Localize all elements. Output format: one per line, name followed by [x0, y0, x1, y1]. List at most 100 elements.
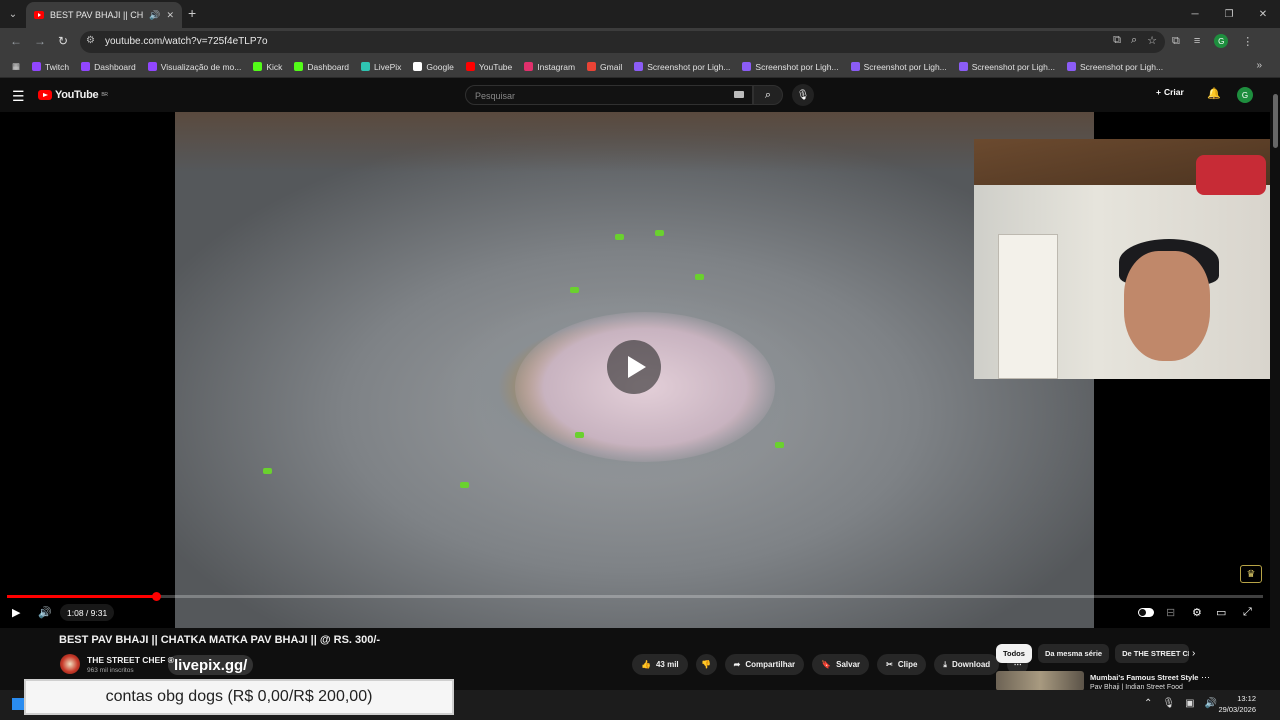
settings-gear-icon[interactable]: ⚙ [1192, 606, 1202, 619]
webcam-door [998, 234, 1058, 379]
fullscreen-icon[interactable]: ⤢ [1243, 606, 1252, 619]
new-tab-button[interactable]: + [188, 5, 196, 21]
video-frame[interactable] [175, 112, 1094, 628]
video-player[interactable] [0, 112, 1270, 628]
chip-from-channel[interactable]: De THE STREET CHEF [1115, 644, 1190, 663]
youtube-logo[interactable]: YouTube BR [38, 89, 108, 101]
chevron-right-icon[interactable]: › [1192, 648, 1195, 659]
progress-knob[interactable] [152, 592, 162, 601]
clip-button[interactable]: ✂ Clipe [877, 654, 927, 675]
bookmark-item[interactable]: Screenshot por Ligh... [953, 62, 1061, 72]
download-label: Download [951, 660, 991, 669]
account-avatar[interactable]: G [1237, 87, 1253, 103]
profile-avatar[interactable]: G [1214, 34, 1229, 48]
big-play-button[interactable] [607, 340, 661, 394]
speaker-icon[interactable]: 🔊 [149, 10, 160, 21]
recommended-video-menu-icon[interactable]: ⋯ [1201, 672, 1210, 683]
zoom-icon[interactable]: ⌕ [1131, 34, 1137, 47]
video-content-detail [575, 432, 584, 438]
share-button[interactable]: ➦ Compartilhar [724, 654, 805, 675]
url-text[interactable]: youtube.com/watch?v=725f4eTLP7o [105, 36, 268, 47]
chip-all[interactable]: Todos [996, 644, 1032, 663]
menu-icon[interactable]: ☰ [12, 88, 25, 105]
volume-icon[interactable]: 🔊 [38, 606, 52, 619]
minimize-icon[interactable]: ─ [1178, 0, 1212, 28]
forward-icon[interactable]: → [34, 34, 46, 48]
bookmark-item[interactable]: Visualização de mo... [142, 62, 248, 72]
download-button[interactable]: ⤓ Download [934, 654, 1000, 675]
bookmark-label: Twitch [45, 61, 70, 72]
tab-search-icon[interactable]: ⌄ [4, 5, 22, 23]
bookmark-item[interactable]: Kick [247, 62, 288, 72]
bookmark-item[interactable]: Screenshot por Ligh... [845, 62, 953, 72]
chip-same-series[interactable]: Da mesma série [1037, 644, 1110, 663]
back-icon[interactable]: ← [10, 34, 22, 48]
bookmarks-overflow-icon[interactable]: » [1256, 60, 1262, 71]
bookmark-item[interactable]: Dashboard [75, 62, 142, 72]
dislike-button[interactable]: 👎 [695, 654, 717, 675]
bookmark-item[interactable]: Screenshot por Ligh... [628, 62, 736, 72]
tray-display-icon[interactable]: ▣ [1185, 698, 1194, 709]
search-button[interactable]: ⌕ [753, 85, 783, 105]
window-close-icon[interactable]: ✕ [1246, 0, 1280, 28]
create-button[interactable]: + Criar [1156, 87, 1184, 97]
bookmark-item[interactable]: Screenshot por Ligh... [1061, 62, 1169, 72]
bookmark-label: Kick [266, 61, 283, 72]
like-button[interactable]: 👍 43 mil [632, 654, 688, 675]
site-info-icon[interactable]: ⚙ [86, 35, 95, 46]
channel-watermark-icon[interactable]: ♛ [1240, 565, 1262, 583]
install-icon[interactable]: ⧉ [1113, 34, 1121, 47]
voice-search-button[interactable]: 🎙 [792, 84, 814, 106]
extensions-icon[interactable]: ⧉ [1172, 35, 1180, 48]
bookmark-apps-icon[interactable]: ▦ [6, 61, 26, 72]
browser-tab-active[interactable]: BEST PAV BHAJI || CHATKA MATKA 🔊 ✕ [26, 2, 182, 28]
scrollbar-thumb[interactable] [1273, 94, 1278, 148]
save-label: Salvar [836, 660, 861, 669]
notifications-bell-icon[interactable]: 🔔 [1207, 87, 1221, 100]
restore-icon[interactable]: ❐ [1212, 0, 1246, 28]
bookmark-label: Screenshot por Ligh... [971, 61, 1055, 72]
url-bar[interactable]: ⚙ youtube.com/watch?v=725f4eTLP7o ⧉ ⌕ ☆ [80, 31, 1165, 53]
autoplay-toggle[interactable] [1138, 608, 1154, 617]
bookmark-item[interactable]: YouTube [460, 62, 518, 72]
tray-volume-icon[interactable]: 🔊 [1205, 698, 1217, 709]
bookmark-item[interactable]: Twitch [26, 62, 75, 72]
channel-name[interactable]: THE STREET CHEF ® [87, 655, 174, 665]
browser-menu-icon[interactable]: ⋮ [1242, 35, 1253, 48]
address-toolbar: ← → ↻ ⚙ youtube.com/watch?v=725f4eTLP7o … [0, 28, 1280, 56]
media-control-icon[interactable]: ≡ [1194, 35, 1200, 47]
tab-close-icon[interactable]: ✕ [166, 10, 174, 21]
tab-title: BEST PAV BHAJI || CHATKA MATKA [50, 10, 144, 20]
subtitles-icon[interactable]: ⊟ [1166, 606, 1175, 619]
bookmark-star-icon[interactable]: ☆ [1147, 34, 1157, 47]
tray-chevron-icon[interactable]: ⌃ [1144, 698, 1152, 709]
bookmark-item[interactable]: Gmail [581, 62, 628, 72]
bookmark-label: Instagram [537, 61, 576, 72]
progress-bar[interactable] [7, 592, 1263, 601]
play-icon[interactable]: ▶ [12, 606, 20, 619]
theater-mode-icon[interactable]: ▭ [1216, 606, 1226, 619]
subscriber-count: 963 mil inscritos [87, 667, 134, 674]
windows-start-icon[interactable] [12, 698, 24, 710]
recommended-video-thumbnail[interactable] [996, 671, 1084, 691]
youtube-logo-text: YouTube [55, 89, 99, 101]
taskbar-clock[interactable]: 13:12 29/03/2026 [1218, 693, 1256, 715]
bookmark-item[interactable]: LivePix [355, 62, 407, 72]
channel-avatar[interactable] [60, 654, 80, 674]
keyboard-icon[interactable] [734, 91, 744, 98]
window-controls: ─ ❐ ✕ [1178, 0, 1280, 28]
reload-icon[interactable]: ↻ [58, 34, 68, 48]
bookmark-item[interactable]: Screenshot por Ligh... [736, 62, 844, 72]
recommended-video-title[interactable]: Mumbai's Famous Street Style [1090, 673, 1198, 682]
search-input[interactable] [466, 87, 726, 105]
bookmark-favicon-icon [634, 62, 644, 71]
donation-goal-text: contas obg dogs (R$ 0,00/R$ 200,00) [105, 688, 373, 705]
bookmark-item[interactable]: Instagram [518, 62, 581, 72]
tray-mic-icon[interactable]: 🎙 [1162, 698, 1175, 709]
mic-icon: 🎙 [796, 89, 810, 101]
save-button[interactable]: 🔖 Salvar [812, 654, 870, 675]
page-scrollbar[interactable] [1272, 80, 1280, 720]
bookmark-item[interactable]: Google [407, 62, 459, 72]
time-display: 1:08 / 9:31 [60, 604, 115, 621]
bookmark-item[interactable]: Dashboard [288, 62, 355, 72]
